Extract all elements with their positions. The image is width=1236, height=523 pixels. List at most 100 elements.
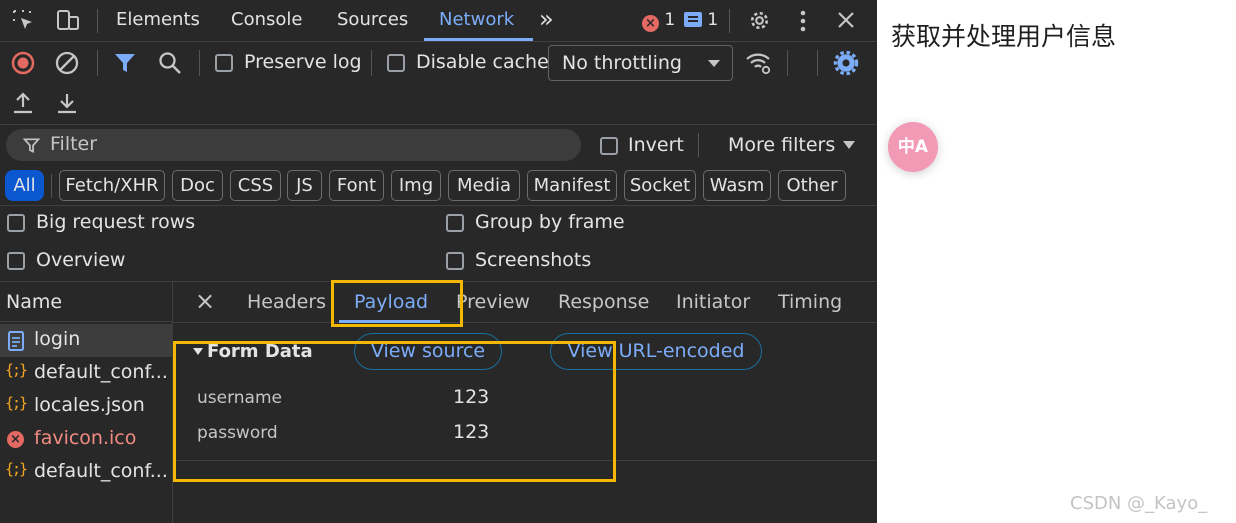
request-name: default_conf... [34, 460, 168, 482]
device-toolbar-icon[interactable] [55, 9, 81, 33]
message-count: 1 [707, 10, 719, 30]
network-settings-gear-icon[interactable] [833, 50, 859, 76]
request-row[interactable]: {;} default_conf... [0, 357, 172, 390]
payload-tab-highlight [331, 280, 463, 327]
web-page: 获取并处理用户信息 中A CSDN @_Kayo_ [877, 0, 1236, 523]
request-row[interactable]: login [0, 324, 172, 357]
tab-timing[interactable]: Timing [778, 291, 842, 313]
tab-console[interactable]: Console [231, 9, 302, 30]
more-filters-button[interactable]: More filters [728, 134, 835, 156]
request-row[interactable]: × favicon.ico [0, 423, 172, 456]
separator [698, 133, 699, 157]
type-filter-img[interactable]: Img [391, 170, 441, 201]
request-row[interactable]: {;} locales.json [0, 390, 172, 423]
type-filter-wasm[interactable]: Wasm [703, 170, 771, 201]
page-title: 获取并处理用户信息 [891, 22, 1117, 51]
type-filter-fetch-xhr[interactable]: Fetch/XHR [59, 170, 165, 201]
separator [97, 50, 98, 76]
overview-checkbox[interactable] [7, 252, 25, 270]
settings-gear-icon[interactable] [747, 8, 772, 33]
type-filter-all[interactable]: All [5, 170, 44, 201]
separator [371, 50, 372, 76]
request-list: Name login {;} default_conf... {;} local… [0, 282, 172, 523]
error-count: 1 [664, 10, 676, 30]
translate-icon[interactable]: 中A [888, 122, 938, 172]
tab-response[interactable]: Response [558, 291, 649, 313]
group-by-frame-checkbox[interactable] [446, 214, 464, 232]
throttling-value: No throttling [562, 52, 682, 74]
tab-sources[interactable]: Sources [337, 9, 408, 30]
tab-initiator[interactable]: Initiator [676, 291, 750, 313]
invert-label: Invert [628, 134, 684, 156]
separator [729, 9, 730, 33]
type-filter-css[interactable]: CSS [230, 170, 281, 201]
type-filter-manifest[interactable]: Manifest [527, 170, 617, 201]
separator [199, 50, 200, 76]
separator [787, 50, 788, 76]
main-tab-bar: Elements Console Sources Network » × 1 1 [0, 0, 877, 41]
more-tabs-icon[interactable]: » [539, 5, 554, 33]
tab-elements[interactable]: Elements [116, 9, 200, 30]
type-filter-js[interactable]: JS [287, 170, 322, 201]
type-filter-other[interactable]: Other [778, 170, 846, 201]
import-har-upload-icon[interactable] [12, 91, 34, 115]
filter-funnel-icon[interactable] [114, 52, 136, 74]
type-filter-doc[interactable]: Doc [172, 170, 223, 201]
name-column-header: Name [6, 291, 63, 313]
error-icon: × [7, 431, 24, 448]
group-by-frame-label: Group by frame [475, 211, 625, 233]
type-filter-socket[interactable]: Socket [624, 170, 696, 201]
invert-checkbox[interactable] [600, 137, 618, 155]
divider [0, 124, 877, 125]
json-icon: {;} [5, 361, 28, 379]
divider [0, 41, 877, 42]
tab-headers[interactable]: Headers [247, 291, 326, 313]
request-name: favicon.ico [34, 427, 137, 449]
chevron-down-icon [708, 60, 720, 67]
screenshots-label: Screenshots [475, 249, 592, 271]
message-icon [684, 12, 702, 27]
type-filter-media[interactable]: Media [448, 170, 520, 201]
error-icon: × [642, 15, 659, 32]
message-counter[interactable]: 1 [684, 10, 718, 30]
preserve-log-checkbox[interactable] [215, 54, 233, 72]
big-request-rows-label: Big request rows [36, 211, 196, 233]
inspect-element-icon[interactable] [12, 9, 36, 33]
chevron-down-icon [843, 141, 855, 149]
search-icon[interactable] [158, 51, 182, 75]
request-list-header[interactable]: Name [0, 282, 172, 322]
overview-label: Overview [36, 249, 126, 271]
request-name: default_conf... [34, 361, 168, 383]
form-data-highlight [173, 341, 616, 482]
request-row[interactable]: {;} default_conf... [0, 456, 172, 489]
network-conditions-wifi-icon[interactable] [745, 50, 773, 76]
preserve-log-label: Preserve log [244, 51, 362, 73]
more-options-icon[interactable] [793, 9, 813, 33]
tab-preview[interactable]: Preview [456, 291, 530, 313]
filter-placeholder: Filter [50, 133, 98, 155]
filter-icon [23, 138, 40, 154]
stop-recording-icon[interactable] [11, 51, 35, 75]
tab-network[interactable]: Network [439, 9, 514, 30]
filter-input[interactable]: Filter [6, 129, 581, 161]
separator [51, 174, 52, 198]
json-icon: {;} [5, 460, 28, 478]
close-icon[interactable] [836, 10, 856, 30]
watermark: CSDN @_Kayo_ [1070, 493, 1208, 514]
request-name: login [34, 328, 81, 350]
error-counter[interactable]: × 1 [642, 10, 675, 32]
type-filter-font[interactable]: Font [329, 170, 384, 201]
separator [97, 9, 98, 33]
throttling-select[interactable]: No throttling [548, 45, 733, 81]
disable-cache-label: Disable cache [416, 51, 549, 73]
export-har-download-icon[interactable] [56, 91, 78, 115]
document-icon [8, 331, 24, 351]
separator [817, 50, 818, 76]
disable-cache-checkbox[interactable] [387, 54, 405, 72]
divider [0, 205, 877, 206]
clear-icon[interactable] [55, 51, 79, 75]
big-request-rows-checkbox[interactable] [7, 214, 25, 232]
request-name: locales.json [34, 394, 145, 416]
close-detail-icon[interactable]: × [195, 287, 215, 315]
screenshots-checkbox[interactable] [446, 252, 464, 270]
